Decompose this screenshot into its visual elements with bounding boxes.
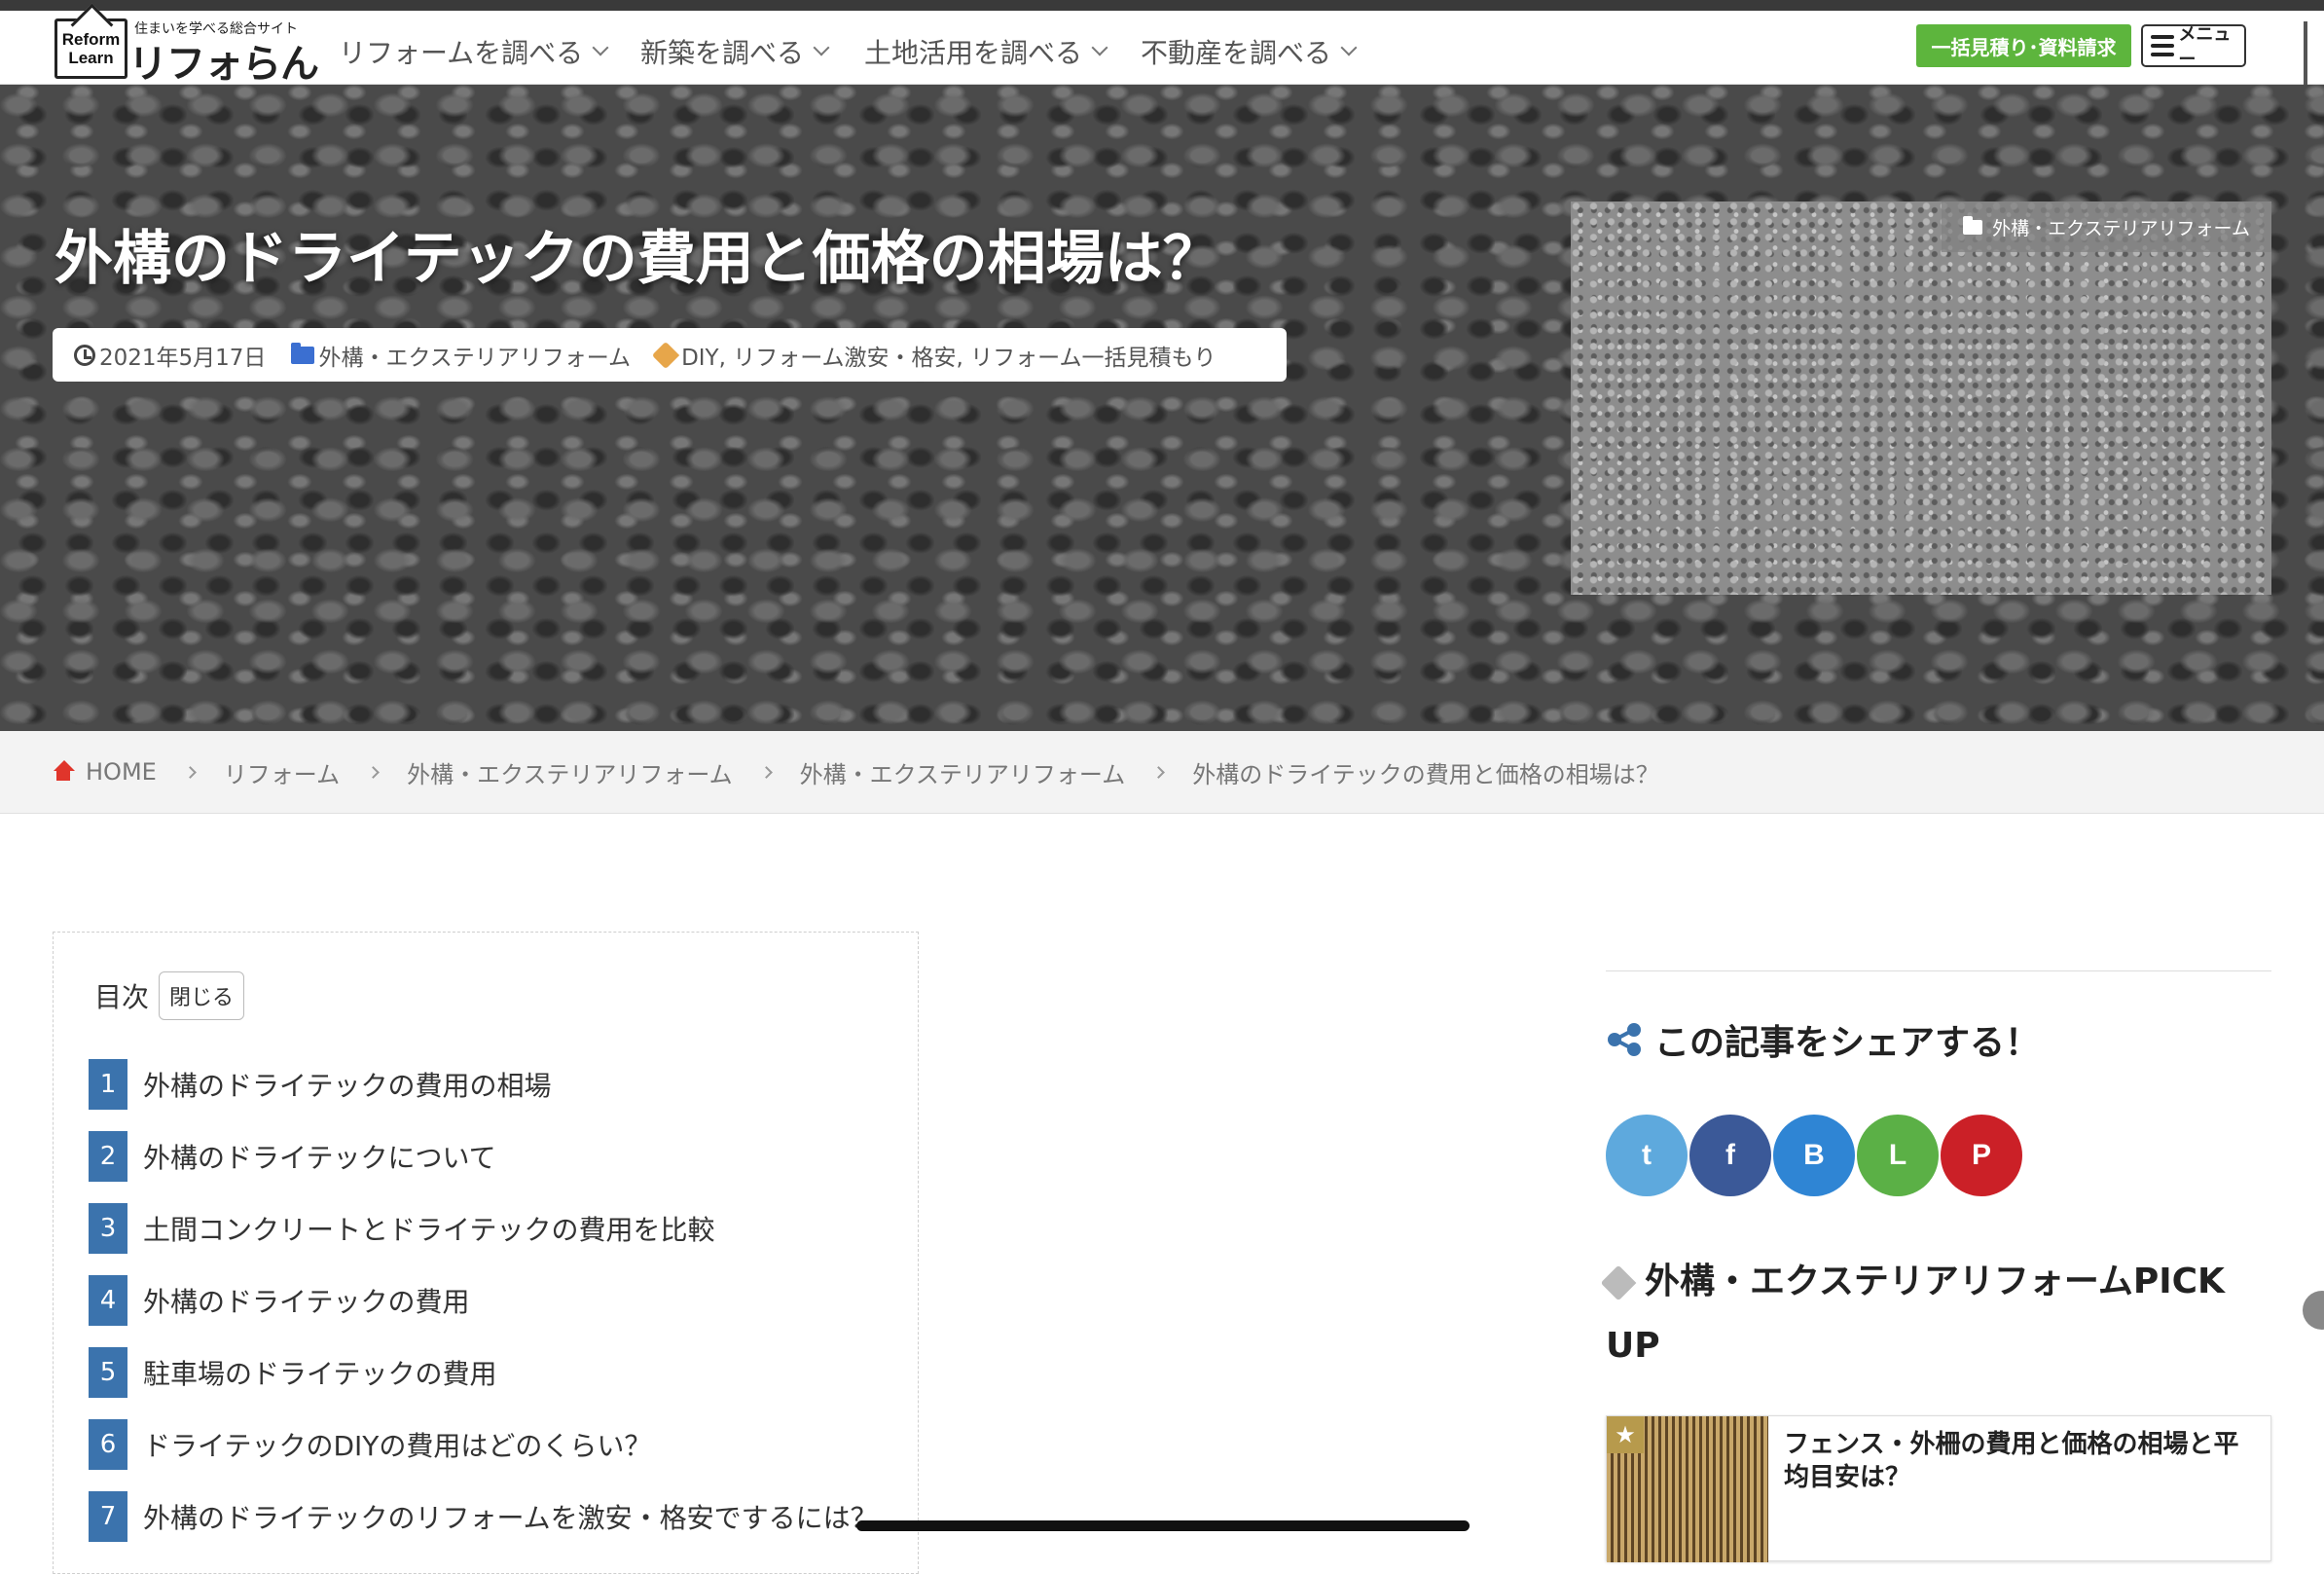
nav-label: 土地活用を調べる <box>864 37 1083 69</box>
chevron-down-icon <box>813 39 830 56</box>
share-heading: この記事をシェアする！ <box>1606 1014 2040 1065</box>
nav-reform[interactable]: リフォームを調べる <box>339 32 609 71</box>
toc-item[interactable]: 1 外構のドライテックの費用の相場 <box>89 1059 551 1110</box>
toc-number: 1 <box>89 1059 127 1110</box>
menu-label: メニュー <box>2178 24 2232 70</box>
breadcrumb-reform[interactable]: リフォーム <box>224 755 340 789</box>
site-logo[interactable]: Reform Learn <box>54 18 127 79</box>
nav-newbuild[interactable]: 新築を調べる <box>640 32 830 71</box>
facebook-share-button[interactable]: f <box>1689 1115 1771 1196</box>
toc-label: 外構のドライテックの費用の相場 <box>143 1070 552 1102</box>
chevron-right-icon <box>759 765 773 779</box>
chevron-down-icon <box>1340 39 1358 56</box>
nav-land-use[interactable]: 土地活用を調べる <box>864 32 1108 71</box>
menu-button[interactable]: メニュー <box>2141 24 2246 70</box>
nav-label: 不動産を調べる <box>1141 37 1332 69</box>
page-title: 外構のドライテックの費用と価格の相場は？ <box>54 225 1221 293</box>
star-icon: ★ <box>1607 1416 1644 1453</box>
twitter-icon: t <box>1642 1139 1652 1171</box>
share-title: この記事をシェアする！ <box>1654 1023 2041 1063</box>
breadcrumb-exterior[interactable]: 外構・エクステリアリフォーム <box>407 755 733 789</box>
pinterest-icon: P <box>1971 1139 1991 1171</box>
post-tags[interactable]: DIY, リフォーム激安・格安, リフォーム一括見積もり <box>651 339 1216 372</box>
hamburger-icon <box>2151 35 2175 56</box>
facebook-icon: f <box>1725 1139 1735 1171</box>
post-meta: 2021年5月17日 外構・エクステリアリフォーム DIY, リフォーム激安・格… <box>53 328 1287 382</box>
toc-item[interactable]: 5 駐車場のドライテックの費用 <box>89 1347 496 1398</box>
share-icon <box>1606 1021 1643 1058</box>
pickup-title: 外構・エクステリアリフォームPICK UP <box>1606 1262 2225 1366</box>
top-status-bar <box>0 0 2324 11</box>
toc-number: 5 <box>89 1347 127 1398</box>
featured-image: 外構・エクステリアリフォーム <box>1571 201 2271 595</box>
chevron-right-icon <box>183 765 197 779</box>
toc-number: 6 <box>89 1419 127 1470</box>
twitter-share-button[interactable]: t <box>1606 1115 1688 1196</box>
toc-number: 2 <box>89 1131 127 1182</box>
blogger-icon: B <box>1803 1139 1825 1171</box>
thumb-category-text: 外構・エクステリアリフォーム <box>1992 217 2250 239</box>
post-category[interactable]: 外構・エクステリアリフォーム <box>291 339 631 372</box>
logo-line1: Reform <box>61 30 121 49</box>
nav-label: リフォームを調べる <box>339 37 584 69</box>
sidebar-divider <box>1606 970 2271 971</box>
chevron-down-icon <box>1091 39 1108 56</box>
breadcrumb-home[interactable]: HOME <box>86 758 157 786</box>
toc-number: 7 <box>89 1491 127 1542</box>
home-icon <box>53 760 75 782</box>
nav-real-estate[interactable]: 不動産を調べる <box>1141 32 1358 71</box>
side-scroll-handle[interactable] <box>2303 1291 2324 1330</box>
toc-close-button[interactable]: 閉じる <box>159 971 245 1020</box>
site-header: Reform Learn 住まいを学べる総合サイト リフォらん リフォームを調べ… <box>0 11 2324 95</box>
toc-number: 3 <box>89 1203 127 1254</box>
toc-label: 駐車場のドライテックの費用 <box>143 1358 497 1390</box>
toc-title: 目次 <box>94 981 150 1013</box>
line-share-button[interactable]: L <box>1857 1115 1939 1196</box>
tag-icon <box>1600 1264 1637 1301</box>
folder-icon <box>291 342 315 364</box>
blogger-share-button[interactable]: B <box>1773 1115 1855 1196</box>
chevron-right-icon <box>367 765 380 779</box>
toc-item[interactable]: 2 外構のドライテックについて <box>89 1131 496 1182</box>
nav-label: 新築を調べる <box>640 37 805 69</box>
clock-icon <box>74 344 95 366</box>
toc-label: 外構のドライテックのリフォームを激安・格安でするには？ <box>143 1502 878 1534</box>
chevron-down-icon <box>592 39 609 56</box>
toc-item[interactable]: 3 土間コンクリートとドライテックの費用を比較 <box>89 1203 714 1254</box>
breadcrumb: HOME リフォーム 外構・エクステリアリフォーム 外構・エクステリアリフォーム… <box>0 731 2324 814</box>
toc-label: ドライテックのDIYの費用はどのくらい？ <box>143 1430 652 1462</box>
pickup-card[interactable]: ★ フェンス・外柵の費用と価格の相場と平均目安は？ <box>1606 1415 2271 1562</box>
toc-item[interactable]: 6 ドライテックのDIYの費用はどのくらい？ <box>89 1419 651 1470</box>
logo-name[interactable]: リフォらん <box>128 32 319 89</box>
toc-number: 4 <box>89 1275 127 1326</box>
post-category-text: 外構・エクステリアリフォーム <box>318 345 632 371</box>
toc-label: 土間コンクリートとドライテックの費用を比較 <box>143 1214 715 1246</box>
hero-banner: 外構のドライテックの費用と価格の相場は？ 2021年5月17日 外構・エクステリ… <box>0 85 2324 731</box>
folder-icon <box>1963 215 1983 235</box>
tag-icon <box>651 341 680 369</box>
line-icon: L <box>1888 1139 1907 1171</box>
estimate-request-button[interactable]: 一括見積り･資料請求 <box>1916 24 2131 67</box>
pinterest-share-button[interactable]: P <box>1941 1115 2022 1196</box>
toc-item[interactable]: 7 外構のドライテックのリフォームを激安・格安でするには？ <box>89 1491 878 1542</box>
chevron-right-icon <box>1152 765 1166 779</box>
pickup-card-title: フェンス・外柵の費用と価格の相場と平均目安は？ <box>1784 1430 2239 1492</box>
post-tags-text: DIY, リフォーム激安・格安, リフォーム一括見積もり <box>681 345 1216 371</box>
toc-label: 外構のドライテックについて <box>143 1142 496 1174</box>
toc-header: 目次 閉じる <box>94 971 245 1020</box>
thumb-category-badge[interactable]: 外構・エクステリアリフォーム <box>1942 201 2271 252</box>
post-date-text: 2021年5月17日 <box>99 345 267 371</box>
table-of-contents: 目次 閉じる 1 外構のドライテックの費用の相場 2 外構のドライテックについて 3… <box>53 932 919 1574</box>
pickup-heading: 外構・エクステリアリフォームPICK UP <box>1600 1250 2287 1378</box>
home-indicator[interactable] <box>856 1520 1470 1531</box>
breadcrumb-exterior-sub[interactable]: 外構・エクステリアリフォーム <box>800 755 1126 789</box>
logo-line2: Learn <box>68 49 114 67</box>
breadcrumb-current: 外構のドライテックの費用と価格の相場は？ <box>1192 760 1659 788</box>
post-date: 2021年5月17日 <box>74 339 266 372</box>
toc-item[interactable]: 4 外構のドライテックの費用 <box>89 1275 469 1326</box>
toc-label: 外構のドライテックの費用 <box>143 1286 470 1318</box>
